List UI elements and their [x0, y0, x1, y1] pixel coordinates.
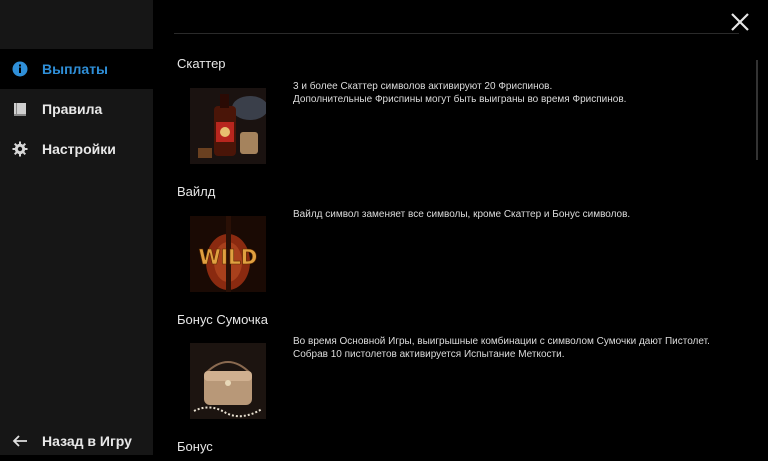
- arrow-left-icon: [11, 432, 29, 450]
- bonus-purse-image: [190, 343, 266, 419]
- scrollbar[interactable]: [756, 60, 758, 160]
- back-to-game-label: Назад в Игру: [42, 433, 132, 449]
- divider: [174, 33, 739, 34]
- close-button[interactable]: [728, 10, 752, 34]
- wild-violin-image: WILD: [190, 216, 266, 292]
- sidebar: Выплаты Правила Настройки Назад в Игру: [0, 0, 153, 455]
- sidebar-item-payouts[interactable]: Выплаты: [0, 49, 153, 89]
- section-title-scatter: Скаттер: [177, 56, 226, 71]
- gear-icon: [11, 140, 29, 158]
- section-title-bonus: Бонус: [177, 439, 213, 454]
- wild-image-text: WILD: [199, 245, 258, 269]
- info-icon: [11, 60, 29, 78]
- wild-description: Вайлд символ заменяет все символы, кроме…: [293, 209, 631, 220]
- scatter-whiskey-image: [190, 88, 266, 164]
- scatter-description: 3 и более Скаттер символов активируют 20…: [293, 81, 627, 105]
- section-title-wild: Вайлд: [177, 184, 216, 199]
- sidebar-item-label: Выплаты: [42, 61, 109, 77]
- section-title-bonus-purse: Бонус Сумочка: [177, 312, 269, 327]
- sidebar-item-rules[interactable]: Правила: [0, 89, 153, 129]
- sidebar-item-label: Настройки: [42, 141, 116, 157]
- sidebar-item-settings[interactable]: Настройки: [0, 129, 153, 169]
- paytable-panel: Скаттер 3 и более Скаттер символов актив…: [153, 0, 768, 455]
- bonus-purse-description: Во время Основной Игры, выигрышные комби…: [293, 336, 710, 360]
- book-icon: [11, 100, 29, 118]
- sidebar-item-label: Правила: [42, 101, 103, 117]
- back-to-game-button[interactable]: Назад в Игру: [0, 421, 153, 461]
- close-icon: [731, 13, 749, 31]
